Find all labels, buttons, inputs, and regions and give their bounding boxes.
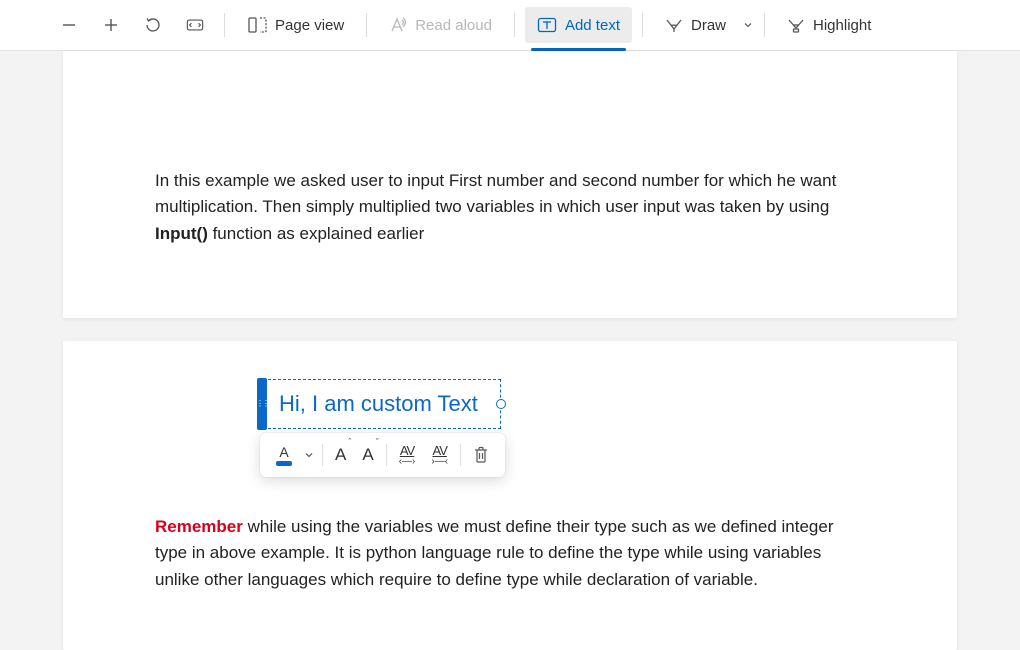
resize-handle-icon[interactable]	[496, 399, 506, 409]
format-separator	[322, 444, 323, 466]
paragraph: In this example we asked user to input F…	[155, 168, 865, 247]
add-text-button[interactable]: Add text	[525, 7, 632, 43]
text-bold: Input()	[155, 224, 208, 243]
pdf-page: In this example we asked user to input F…	[63, 51, 957, 318]
highlight-label: Highlight	[813, 17, 871, 34]
increase-font-icon: A ˆ	[335, 442, 346, 468]
arrow-in-icon: ›—‹	[431, 457, 448, 467]
arrow-out-icon: ‹—›	[399, 457, 416, 467]
page-view-icon	[247, 16, 267, 34]
pdf-page: Hi, I am custom Text A A ˆ A ˇ	[63, 341, 957, 650]
read-aloud-button[interactable]: Read aloud	[377, 7, 504, 43]
text-segment: while using the variables we must define…	[155, 517, 833, 589]
trash-icon	[473, 446, 489, 464]
draw-dropdown-chevron[interactable]	[742, 19, 754, 31]
paragraph: Remember while using the variables we mu…	[155, 514, 865, 593]
toolbar-separator	[366, 13, 367, 37]
letter-a: A	[279, 445, 288, 459]
draw-label: Draw	[691, 17, 726, 34]
highlight-button[interactable]: Highlight	[775, 7, 883, 43]
decrease-spacing-button[interactable]: AV ›—‹	[423, 437, 456, 473]
toolbar-separator	[224, 13, 225, 37]
increase-spacing-button[interactable]: AV ‹—›	[391, 437, 424, 473]
decrease-font-button[interactable]: A ˇ	[354, 437, 381, 473]
format-separator	[386, 444, 387, 466]
page-view-button[interactable]: Page view	[235, 7, 356, 43]
letter-a: A	[335, 445, 346, 464]
text-box-content[interactable]: Hi, I am custom Text	[258, 379, 501, 429]
minus-icon	[61, 17, 77, 33]
text-segment: function as explained earlier	[208, 224, 424, 243]
draw-button[interactable]: Draw	[653, 7, 738, 43]
fit-width-icon	[186, 18, 204, 32]
fit-page-button[interactable]	[176, 7, 214, 43]
added-text-box[interactable]: Hi, I am custom Text	[258, 379, 501, 429]
draw-icon	[665, 16, 683, 34]
text-emphasis: Remember	[155, 517, 243, 536]
text-color-button[interactable]: A	[268, 437, 300, 473]
text-format-toolbar: A A ˆ A ˇ AV ‹—›	[260, 433, 505, 477]
pdf-toolbar: Page view Read aloud Add text Draw Highl…	[0, 0, 1020, 51]
text-color-dropdown[interactable]	[300, 437, 318, 473]
text-box-value[interactable]: Hi, I am custom Text	[271, 391, 478, 416]
increase-font-button[interactable]: A ˆ	[327, 437, 354, 473]
rotate-icon	[144, 16, 162, 34]
letters-av: AV	[400, 444, 414, 457]
chevron-down-icon	[743, 20, 753, 30]
rotate-button[interactable]	[134, 7, 172, 43]
add-text-icon	[537, 17, 557, 33]
color-swatch	[276, 461, 292, 466]
chevron-down-icon	[304, 450, 314, 460]
read-aloud-label: Read aloud	[415, 17, 492, 34]
decrease-spacing-icon: AV ›—‹	[431, 444, 448, 467]
text-segment: In this example we asked user to input F…	[155, 171, 836, 216]
toolbar-separator	[764, 13, 765, 37]
letters-av: AV	[433, 444, 447, 457]
move-handle-icon[interactable]	[257, 378, 267, 430]
toolbar-separator	[514, 13, 515, 37]
format-separator	[460, 444, 461, 466]
read-aloud-icon	[389, 16, 407, 34]
delete-text-button[interactable]	[465, 437, 497, 473]
page-view-label: Page view	[275, 17, 344, 34]
letter-a: A	[362, 445, 373, 464]
zoom-in-button[interactable]	[92, 7, 130, 43]
toolbar-separator	[642, 13, 643, 37]
plus-icon	[103, 17, 119, 33]
highlight-icon	[787, 16, 805, 34]
add-text-label: Add text	[565, 17, 620, 34]
zoom-out-button[interactable]	[50, 7, 88, 43]
increase-spacing-icon: AV ‹—›	[399, 444, 416, 467]
decrease-font-icon: A ˇ	[362, 442, 373, 468]
text-color-icon: A	[276, 445, 292, 466]
